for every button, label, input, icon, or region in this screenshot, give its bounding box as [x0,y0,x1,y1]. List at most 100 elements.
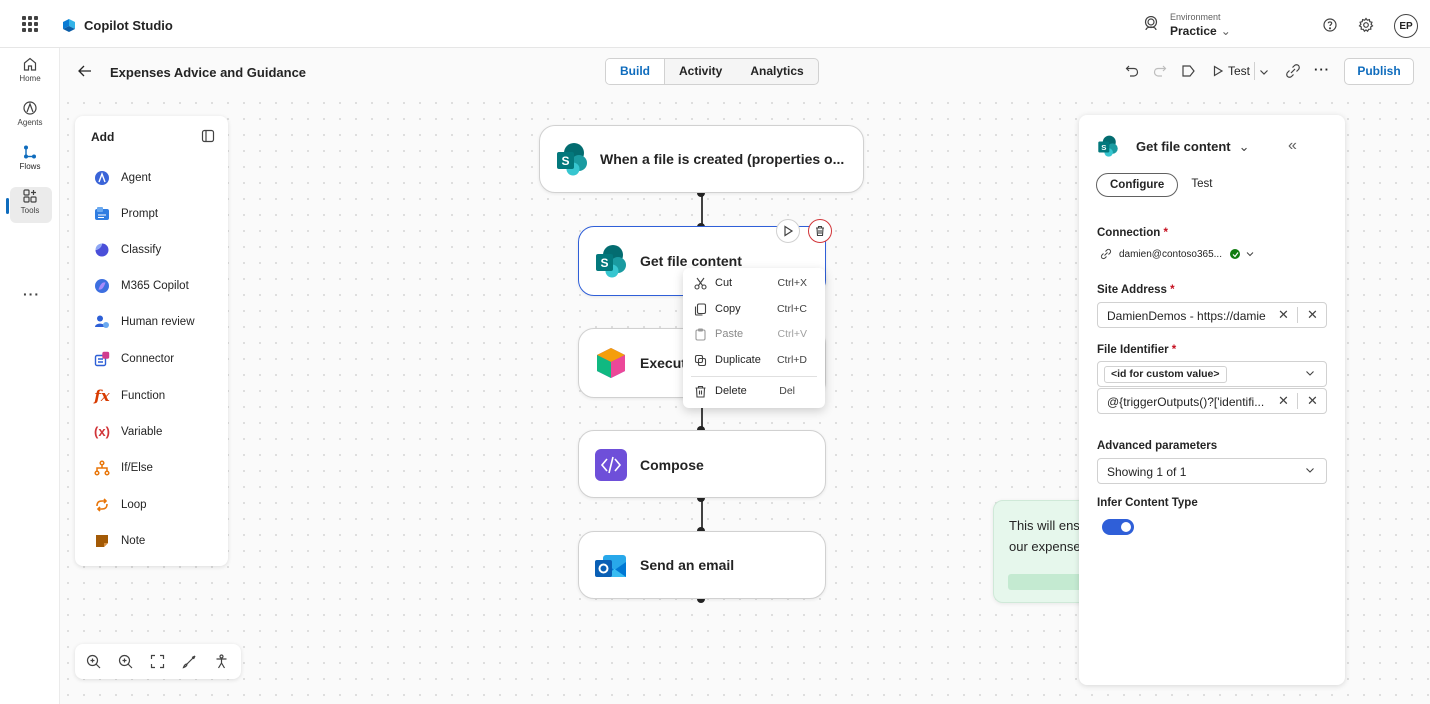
menu-item-shortcut: Ctrl+C [776,303,807,315]
back-arrow-icon[interactable] [76,62,94,80]
add-item-classify[interactable]: Classify [93,240,161,260]
add-item-label: If/Else [121,462,153,474]
note-card[interactable]: This will ens our expense [993,500,1093,603]
menu-item-cut[interactable]: Cut Ctrl+X [694,274,819,292]
add-item-connector[interactable]: Connector [93,349,174,369]
flow-checker-icon[interactable] [1180,63,1196,79]
menu-item-label: Cut [715,277,733,289]
menu-item-shortcut: Ctrl+V [777,328,807,340]
add-item-m365-copilot[interactable]: M365 Copilot [93,276,189,296]
classify-icon [93,241,111,259]
node-label: Compose [640,457,704,473]
file-identifier-mode-select[interactable]: <id for custom value> [1097,361,1327,387]
add-item-loop[interactable]: Loop [93,495,147,515]
panel-toggle-icon[interactable] [201,129,215,143]
add-item-prompt[interactable]: Prompt [93,204,158,224]
advanced-parameters-select[interactable]: Showing 1 of 1 [1097,458,1327,484]
add-panel-title: Add [91,130,115,144]
flow-node-compose[interactable]: Compose [578,430,826,498]
fit-to-screen-icon[interactable] [150,654,165,669]
tab-analytics[interactable]: Analytics [736,59,817,84]
chevron-down-icon [1306,468,1314,473]
collapse-panel-icon[interactable]: « [1288,137,1297,155]
rail-item-home[interactable]: Home [0,56,60,83]
rail-item-label: Tools [20,206,40,215]
add-item-agent[interactable]: Agent [93,168,151,188]
rail-item-flows[interactable]: Flows [0,144,60,171]
tab-test[interactable]: Test [1178,173,1225,197]
more-options-button[interactable]: ··· [1314,62,1330,77]
accessibility-icon[interactable] [214,654,229,669]
rail-item-label: Home [19,74,41,83]
menu-item-duplicate[interactable]: Duplicate Ctrl+D [694,351,819,369]
zoom-in-icon[interactable] [86,654,101,669]
help-icon[interactable] [1322,17,1338,33]
copilot-studio-logo-icon [63,19,75,32]
properties-panel: S Get file content ⌄ « Configure Test Con… [1079,115,1345,685]
connections-icon[interactable] [1285,63,1301,79]
settings-gear-icon[interactable] [1358,17,1374,33]
panel-title[interactable]: Get file content ⌄ [1136,139,1250,155]
site-address-field[interactable]: DamienDemos - https://damie ✕ ✕ [1097,302,1327,328]
agents-icon [23,101,37,115]
chevron-down-icon[interactable] [1258,66,1270,78]
rail-item-tools[interactable]: Tools [0,188,60,215]
menu-item-label: Delete [715,385,747,397]
app-launcher-icon[interactable] [22,16,38,32]
rail-more-button[interactable]: ··· [23,286,40,302]
clear-value-icon[interactable]: ✕ [1278,393,1289,409]
add-item-variable[interactable]: (x) Variable [93,422,162,442]
flow-node-send-email[interactable]: Send an email [578,531,826,599]
left-nav-rail: Home Agents Flows Tools ··· [0,48,60,704]
connection-value: damien@contoso365... [1119,248,1222,260]
redo-icon[interactable] [1152,63,1168,79]
copy-icon [694,302,708,316]
field-divider [1297,393,1298,409]
clear-value-icon[interactable]: ✕ [1278,307,1289,323]
menu-item-delete[interactable]: Delete Del [694,382,819,400]
delete-node-button[interactable] [808,219,832,243]
infer-content-type-label: Infer Content Type [1097,497,1198,509]
tab-configure[interactable]: Configure [1096,173,1179,197]
publish-button[interactable]: Publish [1344,58,1414,85]
add-item-label: Classify [121,244,162,256]
prompt-icon [93,205,111,223]
tab-activity[interactable]: Activity [665,59,736,84]
run-node-button[interactable] [776,219,800,243]
connector-line [701,497,703,531]
add-item-note[interactable]: Note [93,531,145,551]
remove-field-icon[interactable]: ✕ [1307,307,1318,323]
auto-layout-icon[interactable] [182,654,197,669]
remove-field-icon[interactable]: ✕ [1307,393,1318,409]
menu-item-paste[interactable]: Paste Ctrl+V [694,325,819,343]
svg-text:S: S [561,154,569,168]
flow-title: Expenses Advice and Guidance [110,65,307,80]
tab-build[interactable]: Build [606,59,665,84]
add-item-label: Note [121,535,146,547]
rail-item-agents[interactable]: Agents [0,100,60,127]
sharepoint-icon: S [1098,135,1118,157]
menu-item-copy[interactable]: Copy Ctrl+C [694,300,819,318]
connected-check-icon [1230,249,1240,259]
add-item-if-else[interactable]: If/Else [93,458,153,478]
menu-item-label: Paste [715,328,744,340]
zoom-out-icon[interactable] [118,654,133,669]
flow-node-trigger[interactable]: S When a file is created (properties o..… [539,125,864,193]
add-item-function[interactable]: fx Function [93,386,165,406]
chevron-down-icon: ⌄ [1238,139,1250,154]
test-button[interactable]: Test [1212,64,1250,78]
connection-selector[interactable]: damien@contoso365... [1100,248,1255,260]
add-item-label: Human review [121,316,195,328]
trash-icon [694,385,708,398]
undo-icon[interactable] [1124,63,1140,79]
ai-builder-icon [597,348,625,378]
file-identifier-field[interactable]: @{triggerOutputs()?['identifi... ✕ ✕ [1097,388,1327,414]
environment-selector[interactable]: Practice ⌄ [1170,24,1231,38]
add-item-human-review[interactable]: Human review [93,312,195,332]
function-icon: fx [94,387,110,405]
view-tabs: Build Activity Analytics [605,58,819,85]
user-avatar[interactable]: EP [1394,14,1418,38]
infer-content-type-toggle[interactable] [1102,519,1134,535]
branch-icon [93,459,111,477]
m365-copilot-icon [93,277,111,295]
